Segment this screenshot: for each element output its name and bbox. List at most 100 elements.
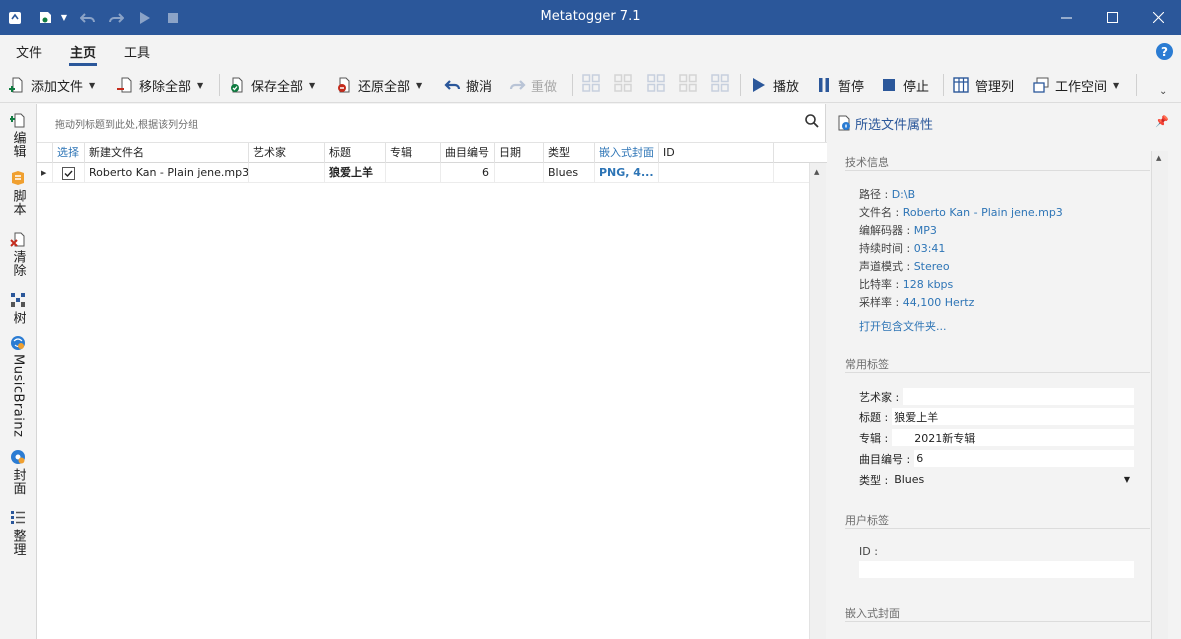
row-expander-icon[interactable]: ▶	[37, 163, 53, 183]
album-input[interactable]: 2021新专辑	[892, 429, 1134, 446]
cell-genre[interactable]: Blues	[544, 163, 595, 183]
chevron-down-icon[interactable]: ▼	[416, 81, 422, 90]
side-tab-musicbrainz[interactable]: MusicBrainz	[6, 335, 30, 437]
cell-filename[interactable]: Roberto Kan - Plain jene.mp3	[85, 163, 249, 183]
play-quick-icon[interactable]	[136, 0, 154, 35]
side-tab-tree[interactable]: 树	[6, 292, 30, 325]
side-tab-edit[interactable]: 编辑	[6, 112, 30, 158]
table-row[interactable]: ▶ Roberto Kan - Plain jene.mp3 狼爱上羊 6 Bl…	[37, 163, 809, 183]
play-button[interactable]: 播放	[750, 74, 799, 96]
cell-embedded-cover[interactable]: PNG, 4...	[595, 163, 659, 183]
side-tab-clean[interactable]: 清除	[6, 231, 30, 277]
column-embedded-cover[interactable]: 嵌入式封面	[595, 143, 659, 163]
cell-id[interactable]	[659, 163, 774, 183]
tab-tools[interactable]: 工具	[124, 42, 150, 61]
side-tab-organize[interactable]: 整理	[6, 510, 30, 556]
track-number-input[interactable]: 6	[914, 450, 1134, 467]
restore-all-button[interactable]: 还原全部 ▼	[335, 74, 422, 96]
cell-title[interactable]: 狼爱上羊	[325, 163, 386, 183]
column-select[interactable]: 选择	[53, 143, 85, 163]
columns-icon	[952, 76, 970, 94]
column-track-number[interactable]: 曲目编号	[441, 143, 495, 163]
checkbox-checked-icon	[62, 166, 75, 180]
field-track-number: 曲目编号 : 6	[859, 450, 1134, 467]
ribbon-expand-icon[interactable]: ⌄	[1159, 80, 1167, 102]
section-user-tags: 用户标签	[845, 514, 889, 527]
minimize-button[interactable]	[1043, 0, 1089, 35]
chevron-down-icon[interactable]: ▼	[197, 81, 203, 90]
file-grid-panel: 拖动列标题到此处,根据该列分组 选择 新建文件名 艺术家 标题 专辑 曲目编号 …	[36, 104, 827, 639]
side-tab-cover[interactable]: 封面	[6, 449, 30, 495]
user-id-label: ID :	[859, 545, 878, 558]
column-id[interactable]: ID	[659, 143, 774, 163]
column-title[interactable]: 标题	[325, 143, 386, 163]
row-select-checkbox[interactable]	[53, 163, 85, 183]
stop-icon	[880, 76, 898, 94]
side-tab-script[interactable]: 脚本	[6, 170, 30, 216]
grid-vertical-scrollbar[interactable]: ▲	[809, 163, 826, 639]
column-album[interactable]: 专辑	[386, 143, 441, 163]
title-input[interactable]: 狼爱上羊	[892, 408, 1134, 425]
column-new-filename[interactable]: 新建文件名	[85, 143, 249, 163]
workspace-button[interactable]: 工作空间 ▼	[1032, 74, 1119, 96]
redo-quick-icon[interactable]	[107, 0, 125, 35]
save-quick-icon[interactable]	[36, 0, 54, 35]
user-id-input[interactable]	[859, 561, 1134, 578]
artist-input[interactable]	[903, 388, 1134, 405]
properties-vertical-scrollbar[interactable]: ▲	[1151, 151, 1168, 639]
remove-all-button[interactable]: 移除全部 ▼	[116, 74, 203, 96]
quick-access-dropdown-icon[interactable]: ▼	[58, 0, 70, 35]
chevron-down-icon[interactable]: ▼	[309, 81, 315, 90]
chevron-down-icon[interactable]: ▼	[89, 81, 95, 90]
tab-file[interactable]: 文件	[16, 42, 42, 61]
add-files-button[interactable]: 添加文件 ▼	[8, 74, 95, 96]
open-folder-link[interactable]: 打开包含文件夹...	[859, 318, 947, 334]
cell-album[interactable]	[386, 163, 441, 183]
save-file-icon	[228, 76, 246, 94]
undo-quick-icon[interactable]	[78, 0, 96, 35]
tree-icon	[11, 293, 25, 307]
undo-button[interactable]: 撤消	[443, 74, 492, 96]
layout-grid-icon[interactable]	[647, 74, 665, 92]
scroll-up-icon[interactable]: ▲	[1156, 154, 1161, 162]
tab-home[interactable]: 主页	[70, 42, 96, 61]
group-by-hint[interactable]: 拖动列标题到此处,根据该列分组	[55, 116, 198, 131]
chevron-down-icon[interactable]: ▼	[1124, 475, 1130, 484]
musicbrainz-icon	[11, 336, 25, 350]
column-genre[interactable]: 类型	[544, 143, 595, 163]
cell-track[interactable]: 6	[441, 163, 495, 183]
layout-grid-icon[interactable]	[679, 74, 697, 92]
field-artist: 艺术家 :	[859, 388, 1134, 405]
scroll-up-icon[interactable]: ▲	[814, 168, 819, 176]
manage-columns-button[interactable]: 管理列	[952, 74, 1014, 96]
genre-select[interactable]: Blues ▼	[892, 471, 1134, 488]
help-icon[interactable]: ?	[1156, 43, 1173, 60]
search-icon[interactable]	[805, 114, 819, 128]
cell-date[interactable]	[495, 163, 544, 183]
prop-sample-rate: 采样率 : 44,100 Hertz	[859, 296, 975, 309]
prop-channel-mode: 声道模式 : Stereo	[859, 260, 950, 273]
grid-column-header: 选择 新建文件名 艺术家 标题 专辑 曲目编号 日期 类型 嵌入式封面 ID	[37, 142, 827, 163]
workspace-icon	[1032, 76, 1050, 94]
field-genre: 类型 : Blues ▼	[859, 471, 1134, 488]
add-file-icon	[8, 76, 26, 94]
pin-icon[interactable]: 📌	[1155, 115, 1169, 128]
pause-button[interactable]: 暂停	[815, 74, 864, 96]
cell-artist[interactable]	[249, 163, 325, 183]
layout-grid-icon[interactable]	[582, 74, 600, 92]
layout-grid-icon[interactable]	[614, 74, 632, 92]
stop-button[interactable]: 停止	[880, 74, 929, 96]
layout-grid-icon[interactable]	[711, 74, 729, 92]
save-all-button[interactable]: 保存全部 ▼	[228, 74, 315, 96]
stop-quick-icon[interactable]	[164, 0, 182, 35]
section-embedded-cover: 嵌入式封面	[845, 607, 900, 620]
app-icon	[6, 0, 24, 35]
maximize-button[interactable]	[1089, 0, 1135, 35]
column-artist[interactable]: 艺术家	[249, 143, 325, 163]
chevron-down-icon[interactable]: ▼	[1113, 81, 1119, 90]
prop-filename: 文件名 : Roberto Kan - Plain jene.mp3	[859, 206, 1063, 219]
close-button[interactable]	[1135, 0, 1181, 35]
redo-button[interactable]: 重做	[508, 74, 557, 96]
prop-path: 路径 : D:\B	[859, 188, 916, 201]
column-date[interactable]: 日期	[495, 143, 544, 163]
